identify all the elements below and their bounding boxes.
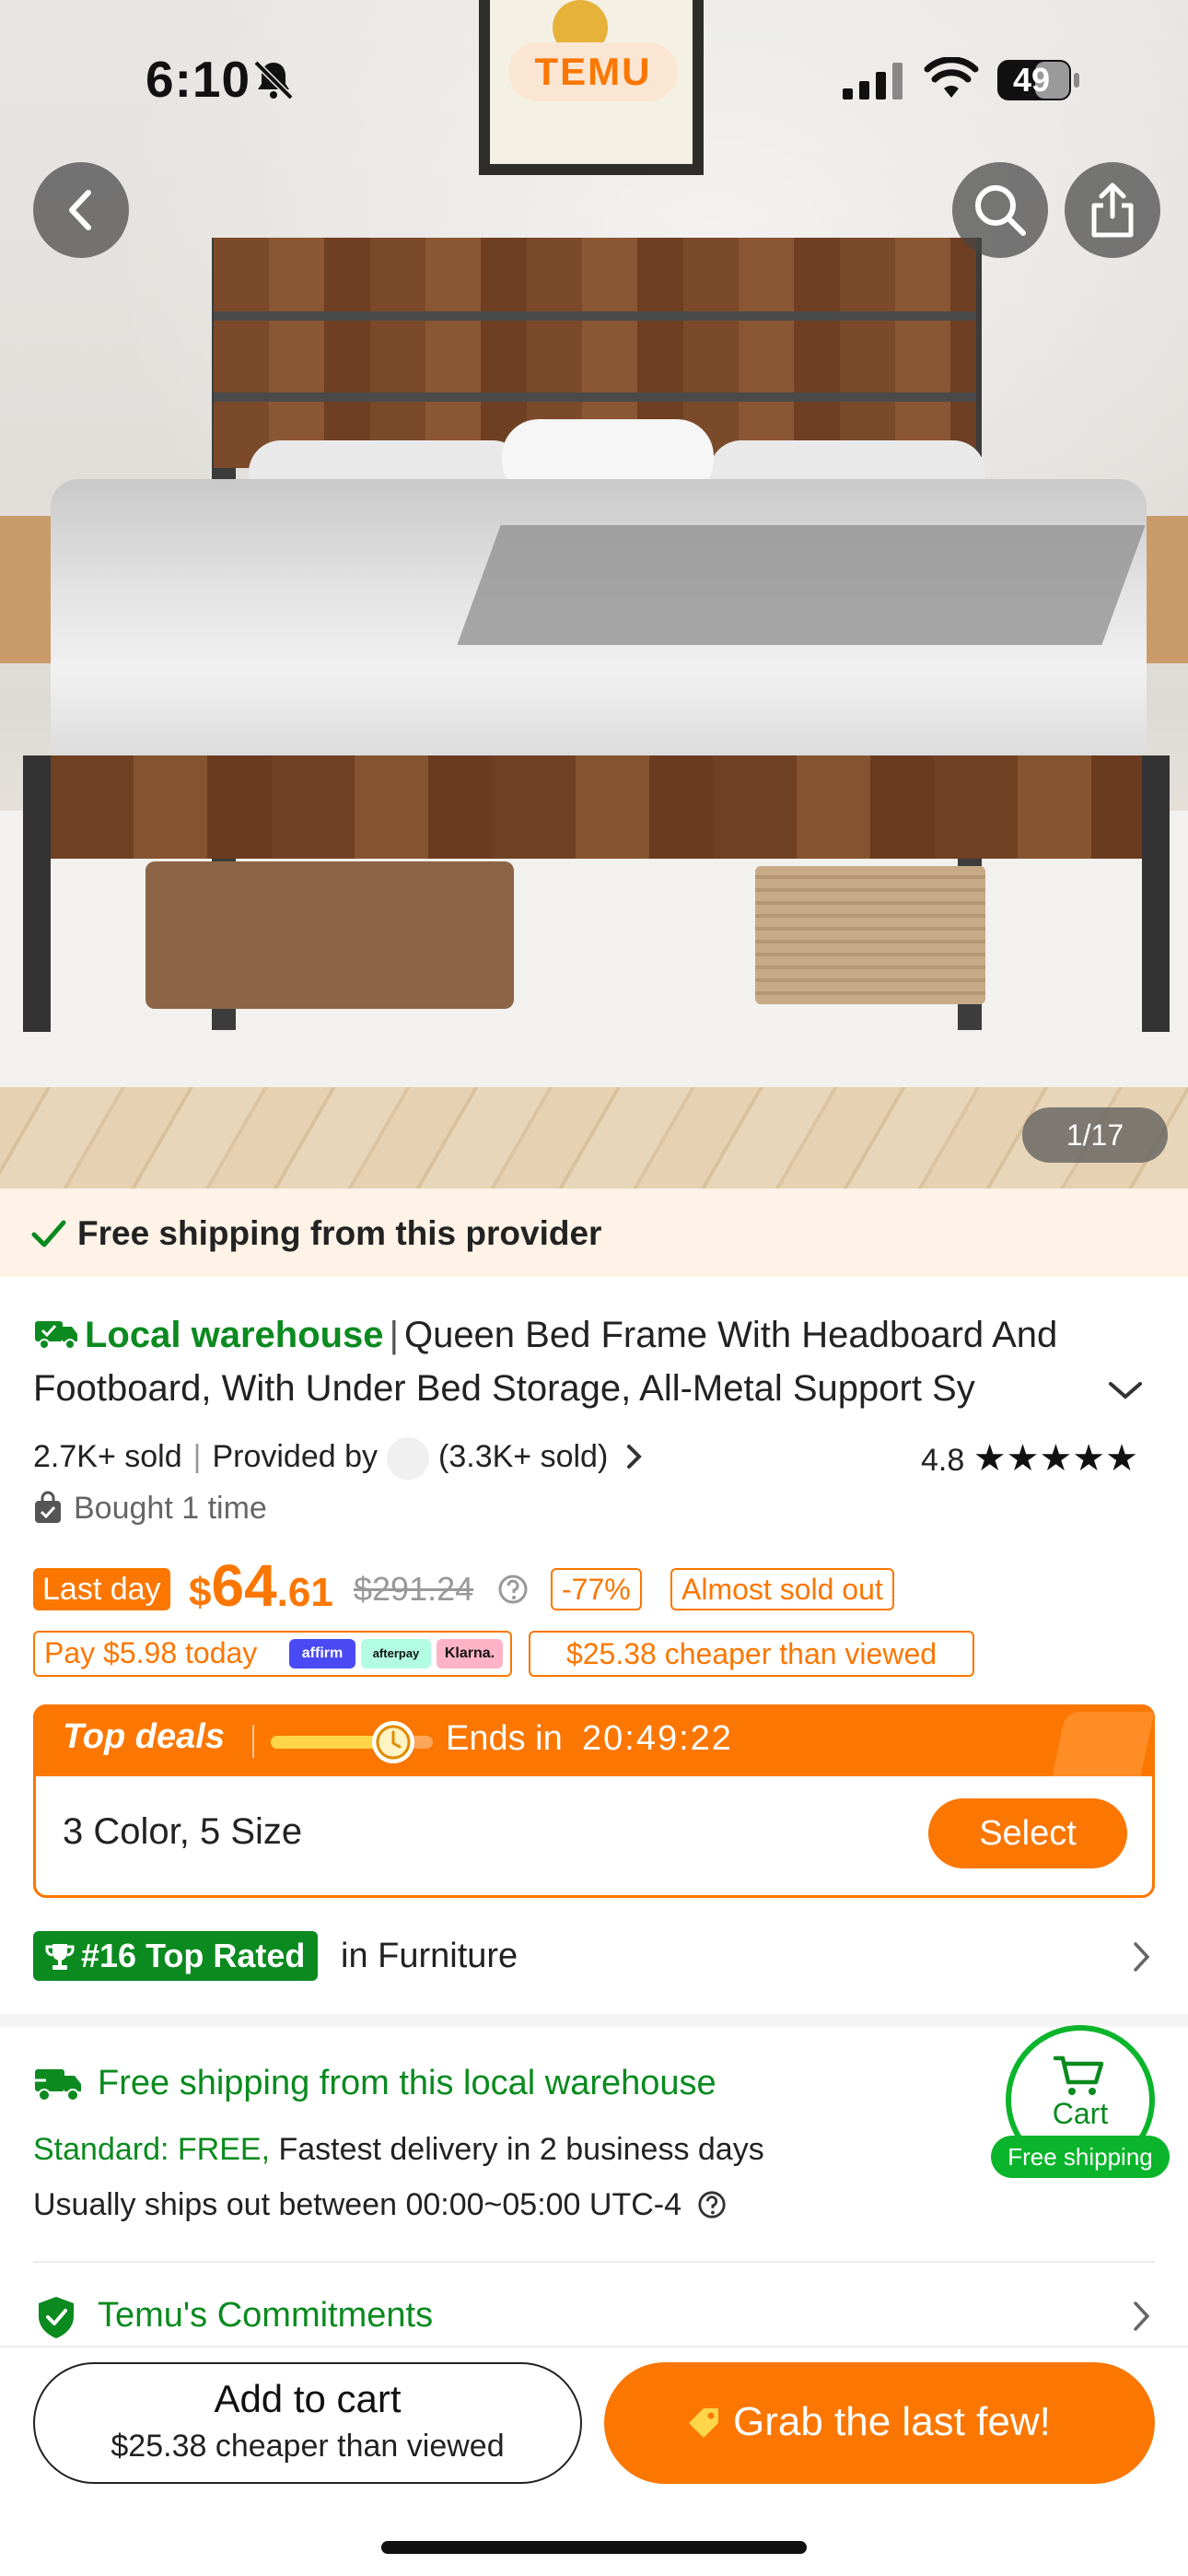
section-divider bbox=[0, 2014, 1188, 2027]
suitcase bbox=[146, 861, 514, 1009]
price-tag-icon bbox=[689, 2408, 718, 2438]
search-icon bbox=[975, 185, 1026, 236]
select-button[interactable]: Select bbox=[928, 1798, 1127, 1868]
help-icon[interactable] bbox=[697, 2190, 727, 2219]
home-indicator[interactable] bbox=[381, 2541, 807, 2554]
shipping-banner-text: Free shipping from this provider bbox=[77, 1214, 602, 1252]
affirm-logo: affirm bbox=[289, 1639, 355, 1669]
warehouse-label: Local warehouse bbox=[85, 1315, 384, 1355]
bought-count: Bought 1 time bbox=[33, 1491, 267, 1527]
bag-icon bbox=[35, 1491, 61, 1523]
temu-logo: TEMU bbox=[508, 42, 678, 101]
rating[interactable]: 4.8 ★★★★★ bbox=[921, 1437, 1138, 1480]
ends-in-label: Ends in bbox=[446, 1719, 563, 1758]
search-button[interactable] bbox=[952, 162, 1048, 258]
chevron-left-icon bbox=[69, 190, 91, 230]
provided-by-label: Provided by bbox=[212, 1438, 379, 1474]
store-avatar[interactable] bbox=[387, 1437, 430, 1480]
star-icons: ★★★★★ bbox=[973, 1438, 1139, 1479]
store-sold[interactable]: (3.3K+ sold) bbox=[438, 1439, 608, 1474]
back-button[interactable] bbox=[33, 162, 129, 258]
ranking-category[interactable]: in Furniture bbox=[341, 1937, 518, 1976]
check-icon bbox=[31, 1220, 66, 1247]
add-to-cart-label: Add to cart bbox=[214, 2377, 402, 2420]
rating-value: 4.8 bbox=[921, 1443, 965, 1478]
original-price: $291.24 bbox=[354, 1570, 474, 1608]
image-counter: 1/17 bbox=[1022, 1107, 1168, 1163]
klarna-logo: Klarna. bbox=[437, 1639, 503, 1669]
afterpay-logo: afterpay bbox=[361, 1639, 431, 1669]
cheaper-tag: $25.38 cheaper than viewed bbox=[529, 1631, 974, 1677]
free-shipping-pill: Free shipping bbox=[991, 2136, 1170, 2178]
footboard bbox=[51, 755, 1147, 859]
sales-row: 2.7K+ sold | Provided by (3.3K+ sold) bbox=[33, 1437, 645, 1480]
chevron-right-icon[interactable] bbox=[1131, 2298, 1153, 2335]
trophy-icon bbox=[45, 1944, 75, 1970]
shipping-title[interactable]: Free shipping from this local warehouse bbox=[98, 2064, 716, 2103]
storage-basket bbox=[755, 866, 985, 1004]
chevron-right-icon[interactable] bbox=[624, 1443, 645, 1470]
buy-now-label: Grab the last few! bbox=[733, 2399, 1051, 2444]
product-title[interactable]: Local warehouse | Queen Bed Frame With Hea… bbox=[33, 1308, 1111, 1415]
share-button[interactable] bbox=[1065, 162, 1160, 258]
cart-label: Cart bbox=[1052, 2097, 1109, 2130]
truck-icon bbox=[35, 1321, 77, 1350]
cart-icon bbox=[1053, 2055, 1104, 2095]
signal-icon bbox=[843, 63, 903, 100]
last-day-badge: Last day bbox=[33, 1568, 170, 1610]
shield-icon bbox=[39, 2297, 74, 2338]
commitments-link[interactable]: Temu's Commitments bbox=[98, 2296, 433, 2336]
status-time: 6:10 bbox=[146, 51, 251, 108]
sold-count: 2.7K+ sold bbox=[33, 1438, 182, 1474]
product-image[interactable]: 6:10 TEMU 49 1/17 bbox=[0, 0, 1188, 1188]
variant-summary[interactable]: 3 Color, 5 Size bbox=[63, 1811, 302, 1853]
chevron-down-icon[interactable] bbox=[1105, 1376, 1146, 1404]
stock-tag: Almost sold out bbox=[670, 1568, 894, 1610]
shipping-standard: Standard: FREE, Fastest delivery in 2 bu… bbox=[33, 2132, 764, 2167]
current-price: $64.61 bbox=[189, 1552, 333, 1619]
share-icon bbox=[1091, 182, 1134, 238]
truck-icon bbox=[35, 2069, 81, 2102]
bell-mute-icon bbox=[253, 60, 294, 100]
chevron-right-icon[interactable] bbox=[1131, 1938, 1153, 1975]
clock-icon bbox=[372, 1721, 414, 1763]
battery-level: 49 bbox=[1012, 61, 1051, 99]
countdown-timer: 20:49:22 bbox=[582, 1719, 733, 1758]
top-deals-title: Top deals bbox=[63, 1717, 225, 1756]
add-to-cart-subtext: $25.38 cheaper than viewed bbox=[111, 2429, 505, 2464]
top-rated-badge[interactable]: #16 Top Rated bbox=[33, 1931, 319, 1981]
discount-tag: -77% bbox=[551, 1568, 642, 1610]
pay-today-text: Pay $5.98 today bbox=[44, 1636, 258, 1669]
wifi-icon bbox=[924, 57, 979, 98]
help-icon[interactable] bbox=[497, 1574, 529, 1605]
ships-out-text: Usually ships out between 00:00~05:00 UT… bbox=[33, 2187, 727, 2223]
